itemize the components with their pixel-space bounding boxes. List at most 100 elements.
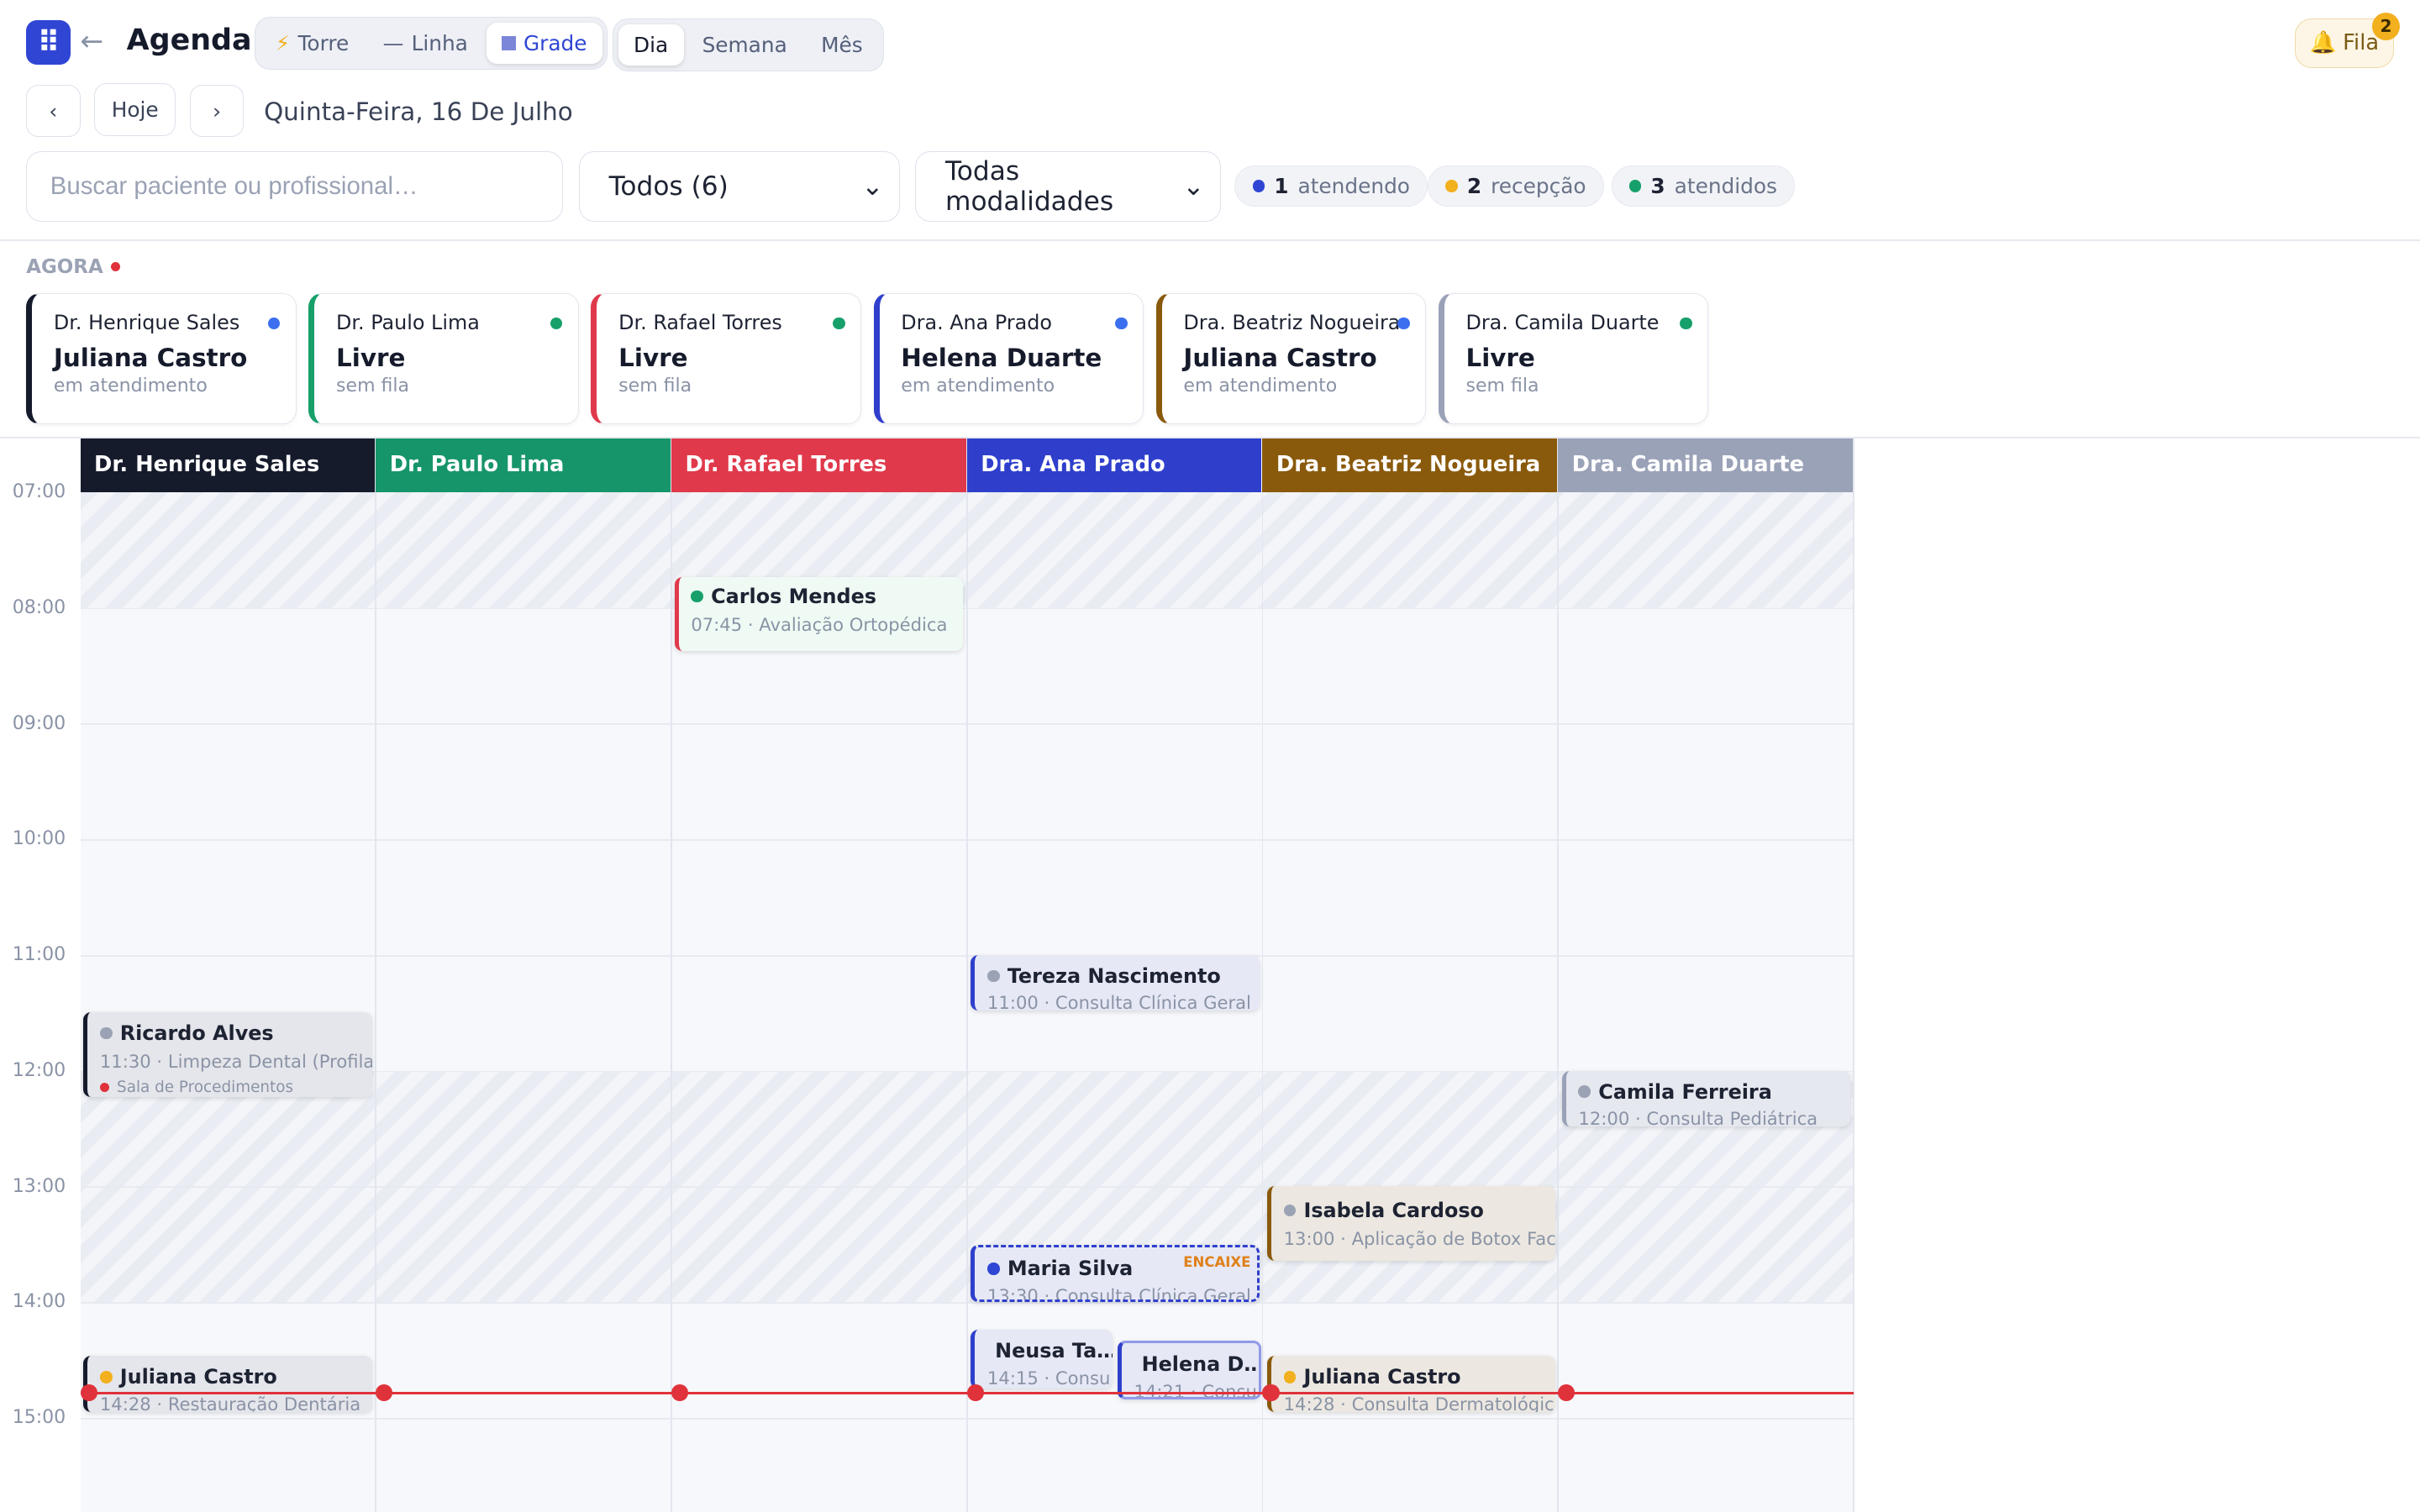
current-time-dot xyxy=(966,1383,984,1401)
appointment-details: 14:28 · Consulta Dermatológica xyxy=(1283,1393,1556,1412)
next-day-button[interactable]: › xyxy=(189,85,245,138)
appointment-card[interactable]: Ricardo Alves 11:30 · Limpeza Dental (Pr… xyxy=(83,1011,372,1097)
appointment-details: 12:00 · Consulta Pediátrica xyxy=(1578,1108,1818,1126)
chevron-down-icon: ⌄ xyxy=(1182,171,1205,202)
current-time-dot xyxy=(376,1383,393,1401)
current-patient: Juliana Castro xyxy=(53,344,248,373)
card-status: em atendimento xyxy=(53,375,208,396)
time-label: 07:00 xyxy=(12,481,66,503)
now-card[interactable]: Dra. Camila Duarte Livre sem fila xyxy=(1438,292,1709,425)
status-dot xyxy=(1680,317,1692,330)
status-dot xyxy=(1252,179,1265,192)
view-grade-button[interactable]: Grade xyxy=(486,22,602,65)
view-torre-button[interactable]: ⚡ Torre xyxy=(260,23,365,65)
today-button[interactable]: Hoje xyxy=(94,83,176,136)
status-dot xyxy=(986,1262,1000,1275)
now-card[interactable]: Dr. Paulo Lima Livre sem fila xyxy=(308,292,579,425)
column-header[interactable]: Dr. Rafael Torres xyxy=(671,438,966,492)
appointment-card[interactable]: Neusa Ta… 14:15 · Consu… xyxy=(971,1330,1113,1389)
column-divider xyxy=(375,438,377,1512)
appointment-card[interactable]: Isabela Cardoso 13:00 · Aplicação de Bot… xyxy=(1266,1186,1556,1261)
appointment-card[interactable]: Tereza Nascimento 11:00 · Consulta Clíni… xyxy=(971,954,1260,1011)
queue-label: Fila xyxy=(2343,30,2380,56)
stat-atendendo[interactable]: 1 atendendo xyxy=(1234,165,1428,207)
column-divider xyxy=(965,438,968,1512)
search-input[interactable] xyxy=(26,150,564,223)
appointment-card[interactable]: Maria Silva 13:30 · Consulta Clínica Ger… xyxy=(971,1245,1260,1303)
range-dia-button[interactable]: Dia xyxy=(618,24,684,66)
stat-atendidos[interactable]: 3 atendidos xyxy=(1611,165,1796,207)
appointment-card[interactable]: Helena D… 14:21 · Consu… xyxy=(1117,1341,1261,1399)
column-header[interactable]: Dr. Paulo Lima xyxy=(376,438,671,492)
prev-day-button[interactable]: ‹ xyxy=(26,85,81,138)
stat-count: 3 xyxy=(1650,173,1665,198)
appointment-card[interactable]: Camila Ferreira 12:00 · Consulta Pediátr… xyxy=(1561,1070,1851,1126)
range-switcher: Dia Semana Mês xyxy=(613,18,884,71)
app-logo-icon[interactable]: ⠿ xyxy=(26,19,71,66)
column-divider xyxy=(1261,438,1264,1512)
column-divider xyxy=(671,438,672,1512)
stat-label: recepção xyxy=(1491,173,1586,198)
view-label: Torre xyxy=(297,30,350,55)
range-semana-button[interactable]: Semana xyxy=(687,24,802,66)
page-title: Agenda xyxy=(126,23,252,57)
select-value: Todas modalidades xyxy=(945,156,1114,218)
patient-name: Tereza Nascimento xyxy=(1007,963,1221,988)
column-header[interactable]: Dra. Camila Duarte xyxy=(1558,438,1853,492)
modality-select[interactable]: Todas modalidades ⌄ xyxy=(915,150,1221,223)
line-icon: — xyxy=(382,30,404,55)
professional-select[interactable]: Todos (6) ⌄ xyxy=(578,150,900,223)
patient-name: Isabela Cardoso xyxy=(1303,1199,1484,1223)
professional-name: Dr. Henrique Sales xyxy=(53,311,240,335)
status-dot xyxy=(832,317,845,330)
view-label: Linha xyxy=(411,30,468,55)
now-card[interactable]: Dr. Henrique Sales Juliana Castro em atend… xyxy=(26,292,297,425)
card-status: sem fila xyxy=(618,375,692,396)
status-dot xyxy=(1283,1371,1297,1383)
now-label: AGORA xyxy=(26,256,120,278)
column-header[interactable]: Dr. Henrique Sales xyxy=(80,438,376,492)
professional-name: Dr. Rafael Torres xyxy=(618,311,782,335)
view-linha-button[interactable]: — Linha xyxy=(367,23,483,65)
status-dot xyxy=(1283,1204,1297,1217)
stat-recepcao[interactable]: 2 recepção xyxy=(1427,165,1604,207)
appointment-details: 13:30 · Consulta Clínica Geral xyxy=(986,1284,1251,1303)
view-label: Grade xyxy=(523,30,587,55)
patient-name: Helena D… xyxy=(1141,1352,1261,1377)
queue-count-badge: 2 xyxy=(2372,12,2401,40)
column-header[interactable]: Dra. Beatriz Nogueira xyxy=(1262,438,1558,492)
appointment-card[interactable]: Juliana Castro 14:28 · Consulta Dermatol… xyxy=(1266,1356,1556,1412)
status-dot xyxy=(1445,179,1458,192)
column-divider xyxy=(1557,438,1560,1512)
now-card[interactable]: Dr. Rafael Torres Livre sem fila xyxy=(591,292,861,425)
status-dot xyxy=(99,1026,113,1040)
current-time-dot xyxy=(1262,1383,1280,1401)
range-mes-button[interactable]: Mês xyxy=(806,24,878,66)
status-dot xyxy=(550,317,563,330)
current-patient: Helena Duarte xyxy=(901,344,1102,373)
view-switcher: ⚡ Torre — Linha Grade xyxy=(255,17,608,70)
appointment-details: 13:00 · Aplicação de Botox Facial xyxy=(1283,1228,1556,1250)
appointment-card[interactable]: Juliana Castro 14:28 · Restauração Dentá… xyxy=(83,1356,372,1412)
time-label: 13:00 xyxy=(12,1175,66,1197)
room-dot xyxy=(99,1082,109,1092)
appointment-details: 14:15 · Consu… xyxy=(986,1367,1113,1389)
status-dot xyxy=(986,969,1000,983)
back-arrow-icon[interactable]: ← xyxy=(81,24,104,57)
status-dot xyxy=(691,590,703,603)
now-card[interactable]: Dra. Ana Prado Helena Duarte em atendiment… xyxy=(873,292,1144,425)
stat-count: 1 xyxy=(1274,173,1289,198)
now-label-text: AGORA xyxy=(26,255,103,278)
grid-icon xyxy=(502,36,516,50)
select-value: Todos (6) xyxy=(608,171,729,202)
card-status: em atendimento xyxy=(901,375,1055,396)
column-header[interactable]: Dra. Ana Prado xyxy=(966,438,1262,492)
current-date: Quinta-Feira, 16 De Julho xyxy=(264,97,573,126)
patient-name: Juliana Castro xyxy=(1303,1365,1461,1389)
current-patient: Livre xyxy=(336,344,406,373)
card-status: em atendimento xyxy=(1183,375,1338,396)
status-dot xyxy=(1397,317,1410,330)
now-card[interactable]: Dra. Beatriz Nogueira Juliana Castro em at… xyxy=(1155,292,1427,425)
current-patient: Juliana Castro xyxy=(1183,344,1377,373)
appointment-card[interactable]: Carlos Mendes 07:45 · Avaliação Ortopédi… xyxy=(674,576,964,652)
